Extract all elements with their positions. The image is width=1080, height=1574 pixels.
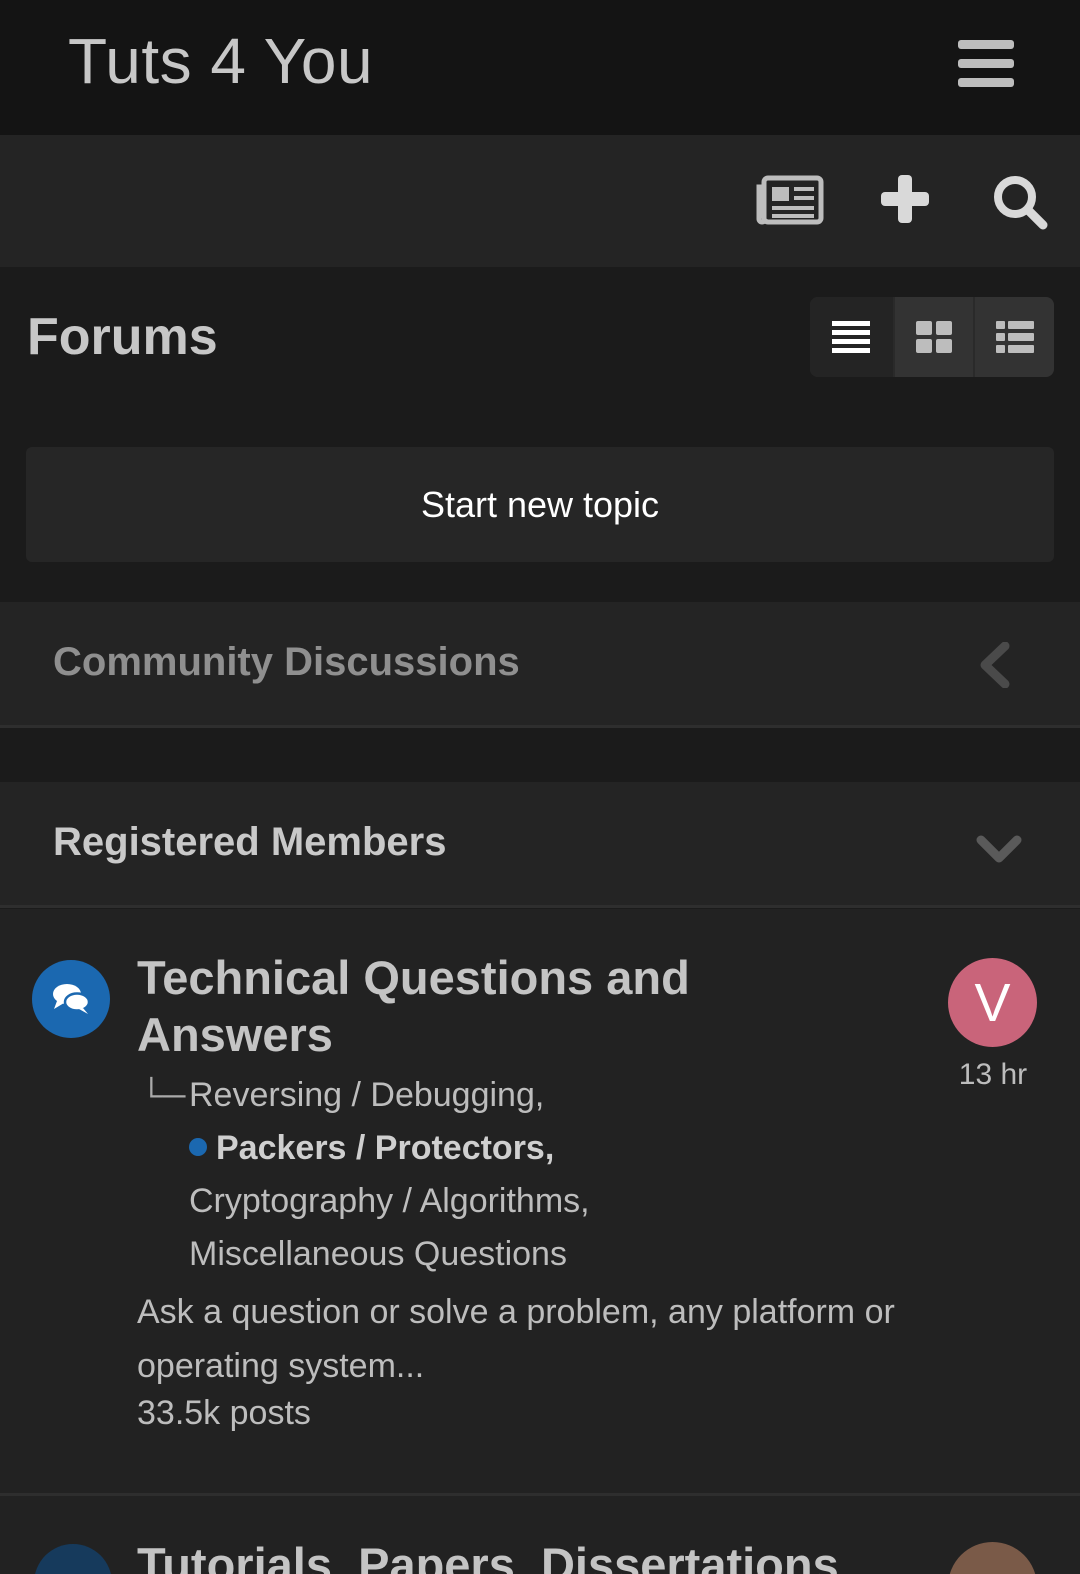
category-registered-members[interactable]: Registered Members [0, 782, 1080, 908]
forum-icon [34, 1544, 112, 1574]
subforum-item[interactable]: └─ Reversing / Debugging, [140, 1069, 900, 1122]
forum-post-count: 33.5k posts [137, 1394, 311, 1432]
list-view-icon[interactable] [973, 297, 1054, 377]
forums-header: Forums Start new topic [0, 267, 1080, 602]
forum-title[interactable]: Technical Questions and Answers [137, 949, 857, 1063]
subforum-label[interactable]: Packers / Protectors, [216, 1129, 554, 1167]
subforum-item[interactable]: Packers / Protectors, [140, 1122, 900, 1175]
category-title: Registered Members [53, 820, 447, 864]
category-community-discussions[interactable]: Community Discussions [0, 602, 1080, 728]
category-spacer [0, 731, 1080, 782]
start-new-topic-button[interactable]: Start new topic [26, 447, 1054, 562]
chevron-left-icon[interactable] [978, 641, 1010, 693]
menu-icon[interactable] [958, 40, 1014, 88]
subforum-list: └─ Reversing / Debugging, Packers / Prot… [140, 1069, 900, 1281]
table-view-icon[interactable] [810, 297, 893, 377]
toolbar [0, 135, 1080, 267]
forum-description: Ask a question or solve a problem, any p… [137, 1293, 895, 1385]
chevron-down-icon[interactable] [976, 833, 1022, 870]
avatar[interactable]: V [948, 958, 1037, 1047]
chat-bubbles-icon [32, 960, 110, 1038]
forum-row[interactable]: Technical Questions and Answers └─ Rever… [0, 909, 1080, 1496]
site-header: Tuts 4 You [0, 0, 1080, 135]
grid-view-icon[interactable] [892, 297, 974, 377]
newspaper-icon[interactable] [756, 175, 824, 230]
subforum-label[interactable]: Miscellaneous Questions [189, 1235, 567, 1273]
subforum-item[interactable]: Cryptography / Algorithms, [140, 1175, 900, 1228]
forum-row[interactable]: Tutorials, Papers, Dissertations [0, 1496, 1080, 1574]
view-mode-switch [810, 297, 1054, 377]
avatar[interactable] [948, 1542, 1037, 1574]
category-title: Community Discussions [53, 640, 520, 684]
subforum-label[interactable]: Cryptography / Algorithms, [189, 1182, 590, 1220]
search-icon[interactable] [992, 174, 1048, 235]
subforum-branch-icon: └─ [140, 1077, 186, 1113]
site-title[interactable]: Tuts 4 You [68, 24, 373, 98]
forum-title[interactable]: Tutorials, Papers, Dissertations [137, 1536, 839, 1574]
plus-icon[interactable] [881, 175, 929, 228]
unread-dot-icon [189, 1138, 207, 1156]
last-post-time[interactable]: 13 hr [958, 1058, 1028, 1092]
subforum-label[interactable]: Reversing / Debugging, [189, 1076, 544, 1114]
subforum-item[interactable]: Miscellaneous Questions [140, 1228, 900, 1281]
page-title: Forums [27, 308, 218, 366]
